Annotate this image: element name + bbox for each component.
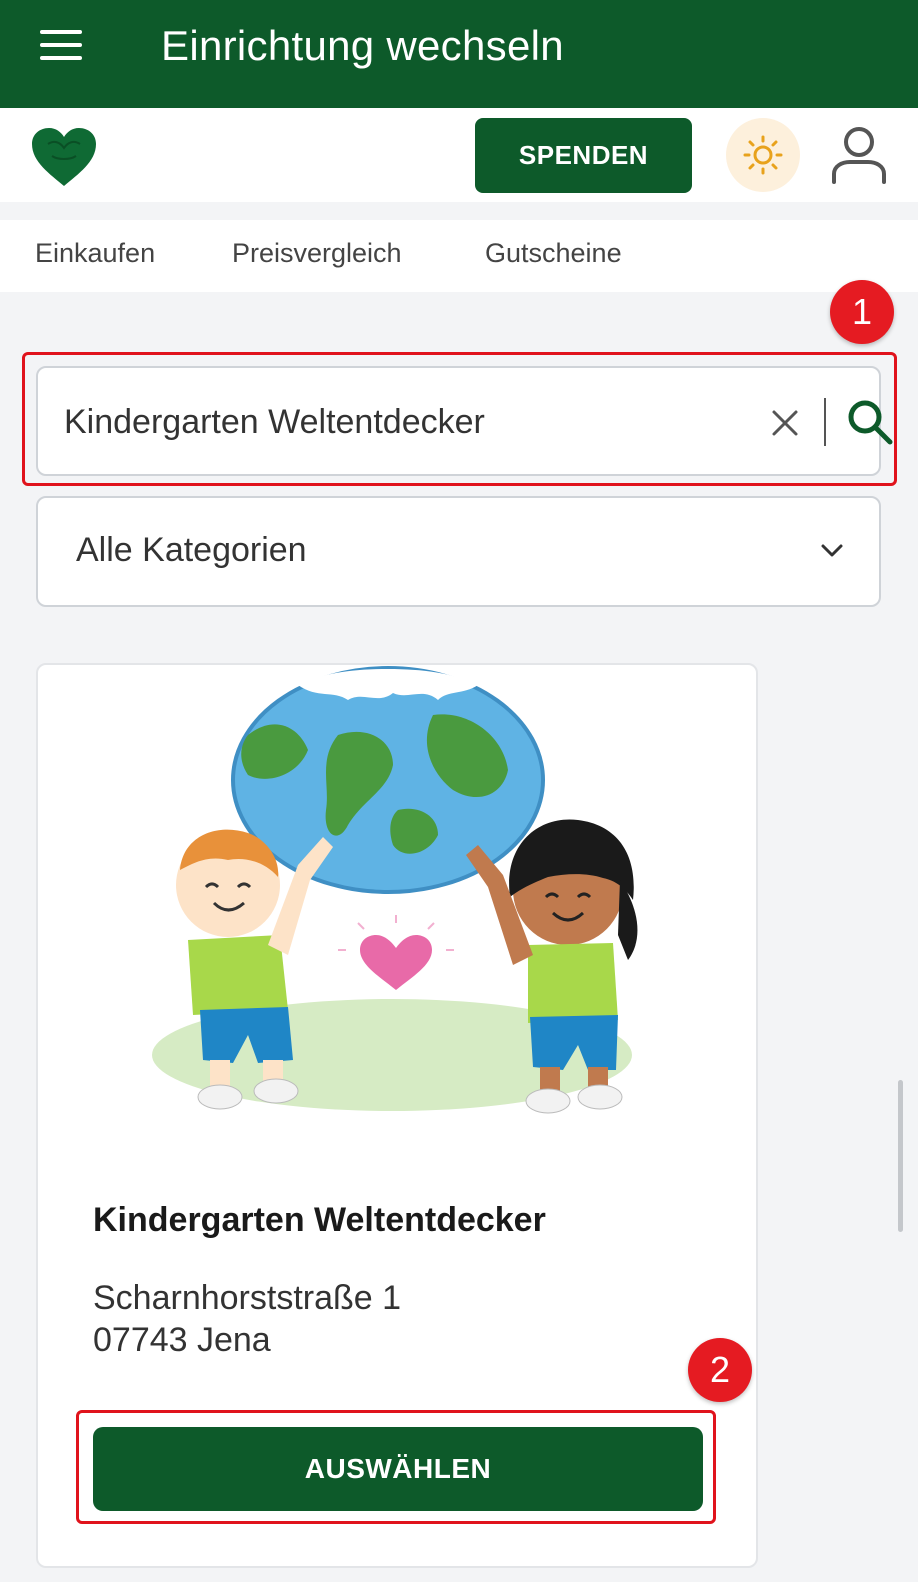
- annotation-box-select-button: [76, 1410, 716, 1524]
- kids-holding-globe-illustration: [152, 666, 638, 1114]
- tab-gutscheine[interactable]: Gutscheine: [485, 238, 622, 269]
- facility-name: Kindergarten Weltentdecker: [93, 1201, 546, 1239]
- facility-city: 07743 Jena: [93, 1321, 271, 1359]
- theme-toggle-button[interactable]: [726, 118, 800, 192]
- site-header: SPENDEN: [0, 108, 918, 202]
- category-selected-value: Alle Kategorien: [76, 531, 307, 569]
- annotation-badge-1: 1: [830, 280, 894, 344]
- nav-tabs: Einkaufen Preisvergleich Gutscheine: [0, 220, 918, 292]
- scrollbar[interactable]: [898, 1080, 903, 1232]
- spacer: [0, 202, 918, 220]
- heart-logo-icon[interactable]: [30, 126, 98, 188]
- page-title: Einrichtung wechseln: [161, 22, 564, 69]
- user-icon[interactable]: [830, 124, 888, 186]
- hamburger-menu-icon[interactable]: [38, 28, 84, 62]
- category-select[interactable]: Alle Kategorien: [36, 496, 881, 607]
- donate-button[interactable]: SPENDEN: [475, 118, 692, 193]
- chevron-down-icon: [821, 544, 843, 557]
- annotation-box-search: [22, 352, 897, 486]
- tab-einkaufen[interactable]: Einkaufen: [35, 238, 155, 269]
- app-bar: Einrichtung wechseln: [0, 0, 918, 108]
- tab-preisvergleich[interactable]: Preisvergleich: [232, 238, 402, 269]
- annotation-badge-2: 2: [688, 1338, 752, 1402]
- facility-street: Scharnhorststraße 1: [93, 1279, 402, 1317]
- sun-icon: [743, 135, 783, 175]
